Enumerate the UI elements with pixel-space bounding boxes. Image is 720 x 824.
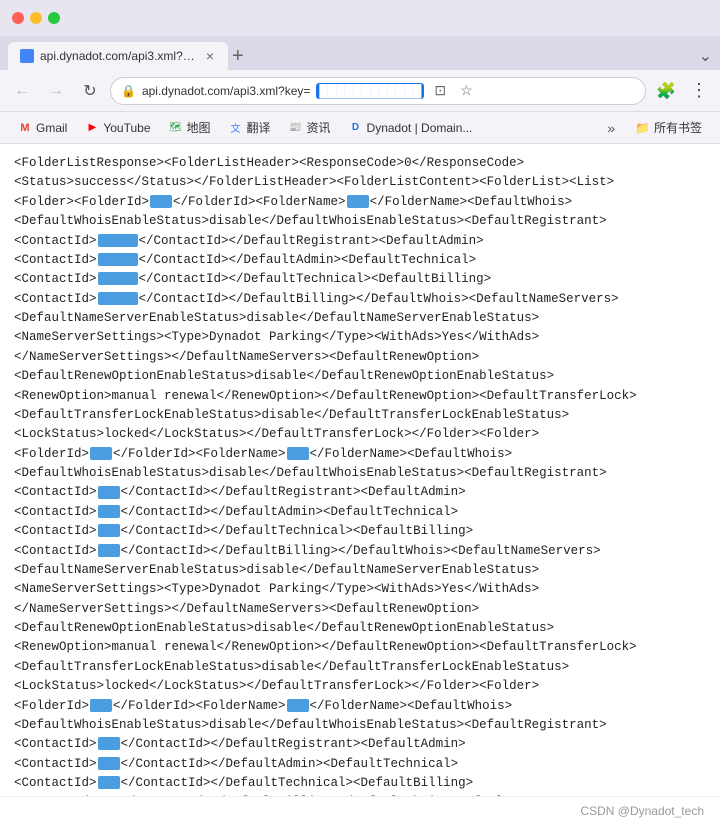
xml-line: <ContactId></ContactId></DefaultBilling>… — [14, 290, 706, 309]
xml-line: <ContactId></ContactId></DefaultAdmin><D… — [14, 755, 706, 774]
xml-line: <DefaultWhoisEnableStatus>disable</Defau… — [14, 464, 706, 483]
minimize-button[interactable] — [30, 12, 42, 24]
forward-button[interactable]: → — [42, 77, 70, 105]
cast-icon[interactable]: ⊡ — [430, 80, 450, 101]
xml-line: <RenewOption>manual renewal</RenewOption… — [14, 387, 706, 406]
xml-line: <Status>success</Status></FolderListHead… — [14, 173, 706, 192]
xml-line: <FolderId></FolderId><FolderName></Folde… — [14, 697, 706, 716]
xml-line: <FolderListResponse><FolderListHeader><R… — [14, 154, 706, 173]
bookmark-youtube[interactable]: ▶ YouTube — [77, 118, 158, 138]
xml-line: <ContactId></ContactId></DefaultRegistra… — [14, 483, 706, 502]
bookmark-translate[interactable]: 文 翻译 — [221, 116, 279, 139]
bookmark-news[interactable]: 📰 资讯 — [281, 116, 339, 139]
bookmark-maps-label: 地图 — [187, 119, 211, 136]
youtube-icon: ▶ — [85, 121, 99, 135]
bookmarks-all-folder[interactable]: 📁 所有书签 — [627, 116, 710, 139]
bookmark-news-label: 资讯 — [307, 119, 331, 136]
xml-content: <FolderListResponse><FolderListHeader><R… — [0, 144, 720, 796]
footer: CSDN @Dynadot_tech — [0, 796, 720, 824]
tab-close-button[interactable]: × — [204, 48, 216, 64]
xml-line: <ContactId></ContactId></DefaultBilling>… — [14, 542, 706, 561]
bookmarks-more-button[interactable]: » — [601, 117, 621, 139]
bookmarks-bar: M Gmail ▶ YouTube 🗺 地图 文 翻译 📰 资讯 D Dynad… — [0, 112, 720, 144]
xml-line: <Folder><FolderId></FolderId><FolderName… — [14, 193, 706, 212]
xml-line: <DefaultWhoisEnableStatus>disable</Defau… — [14, 212, 706, 231]
xml-line: <DefaultTransferLockEnableStatus>disable… — [14, 406, 706, 425]
bookmark-icon[interactable]: ☆ — [456, 80, 477, 101]
tabbar: api.dynadot.com/api3.xml?ke… × + ⌄ — [0, 36, 720, 70]
bookmark-dynadot-label: Dynadot | Domain... — [367, 121, 473, 135]
xml-line: <DefaultTransferLockEnableStatus>disable… — [14, 658, 706, 677]
new-tab-button[interactable]: + — [232, 42, 244, 70]
bookmark-maps[interactable]: 🗺 地图 — [161, 116, 219, 139]
watermark-text: CSDN @Dynadot_tech — [580, 804, 704, 818]
xml-line: <LockStatus>locked</LockStatus></Default… — [14, 677, 706, 696]
news-icon: 📰 — [289, 121, 303, 135]
active-tab[interactable]: api.dynadot.com/api3.xml?ke… × — [8, 42, 228, 70]
bookmark-translate-label: 翻译 — [247, 119, 271, 136]
address-bar[interactable]: 🔒 api.dynadot.com/api3.xml?key= ████████… — [110, 77, 646, 105]
browser-menu-button[interactable]: ⋮ — [686, 80, 712, 101]
tab-menu-button[interactable]: ⌄ — [699, 46, 712, 70]
titlebar — [0, 0, 720, 36]
xml-line: <ContactId></ContactId></DefaultTechnica… — [14, 270, 706, 289]
tab-favicon — [20, 49, 34, 63]
xml-line: <DefaultRenewOptionEnableStatus>disable<… — [14, 367, 706, 386]
navbar: ← → ↻ 🔒 api.dynadot.com/api3.xml?key= ██… — [0, 70, 720, 112]
traffic-lights — [12, 12, 60, 24]
dynadot-icon: D — [349, 121, 363, 135]
xml-line: <NameServerSettings><Type>Dynadot Parkin… — [14, 580, 706, 599]
bookmark-gmail[interactable]: M Gmail — [10, 118, 75, 138]
xml-line: </NameServerSettings></DefaultNameServer… — [14, 600, 706, 619]
tab-title: api.dynadot.com/api3.xml?ke… — [40, 49, 198, 63]
xml-line: <DefaultWhoisEnableStatus>disable</Defau… — [14, 716, 706, 735]
xml-line: <RenewOption>manual renewal</RenewOption… — [14, 638, 706, 657]
translate-icon: 文 — [229, 121, 243, 135]
xml-line: <ContactId></ContactId></DefaultAdmin><D… — [14, 503, 706, 522]
gmail-icon: M — [18, 121, 32, 135]
back-button[interactable]: ← — [8, 77, 36, 105]
xml-line: <DefaultNameServerEnableStatus>disable</… — [14, 309, 706, 328]
folder-icon: 📁 — [635, 121, 650, 135]
maximize-button[interactable] — [48, 12, 60, 24]
xml-line: <NameServerSettings><Type>Dynadot Parkin… — [14, 328, 706, 347]
xml-line: <ContactId></ContactId></DefaultTechnica… — [14, 522, 706, 541]
lock-icon: 🔒 — [121, 84, 136, 98]
address-text: api.dynadot.com/api3.xml?key= — [142, 84, 310, 98]
xml-line: <ContactId></ContactId></DefaultAdmin><D… — [14, 251, 706, 270]
maps-icon: 🗺 — [169, 121, 183, 135]
xml-line: <DefaultRenewOptionEnableStatus>disable<… — [14, 619, 706, 638]
bookmark-youtube-label: YouTube — [103, 121, 150, 135]
xml-line: <ContactId></ContactId></DefaultRegistra… — [14, 232, 706, 251]
xml-line: <FolderId></FolderId><FolderName></Folde… — [14, 445, 706, 464]
xml-line: <ContactId></ContactId></DefaultTechnica… — [14, 774, 706, 793]
bookmark-dynadot[interactable]: D Dynadot | Domain... — [341, 118, 481, 138]
xml-line: <LockStatus>locked</LockStatus></Default… — [14, 425, 706, 444]
folder-label: 所有书签 — [654, 119, 702, 136]
xml-line: <DefaultNameServerEnableStatus>disable</… — [14, 561, 706, 580]
xml-line: </NameServerSettings></DefaultNameServer… — [14, 348, 706, 367]
xml-line: <ContactId></ContactId></DefaultRegistra… — [14, 735, 706, 754]
extension-icon[interactable]: 🧩 — [652, 79, 680, 103]
refresh-button[interactable]: ↻ — [76, 77, 104, 105]
address-highlight: ████████████ — [316, 83, 424, 99]
close-button[interactable] — [12, 12, 24, 24]
bookmark-gmail-label: Gmail — [36, 121, 67, 135]
